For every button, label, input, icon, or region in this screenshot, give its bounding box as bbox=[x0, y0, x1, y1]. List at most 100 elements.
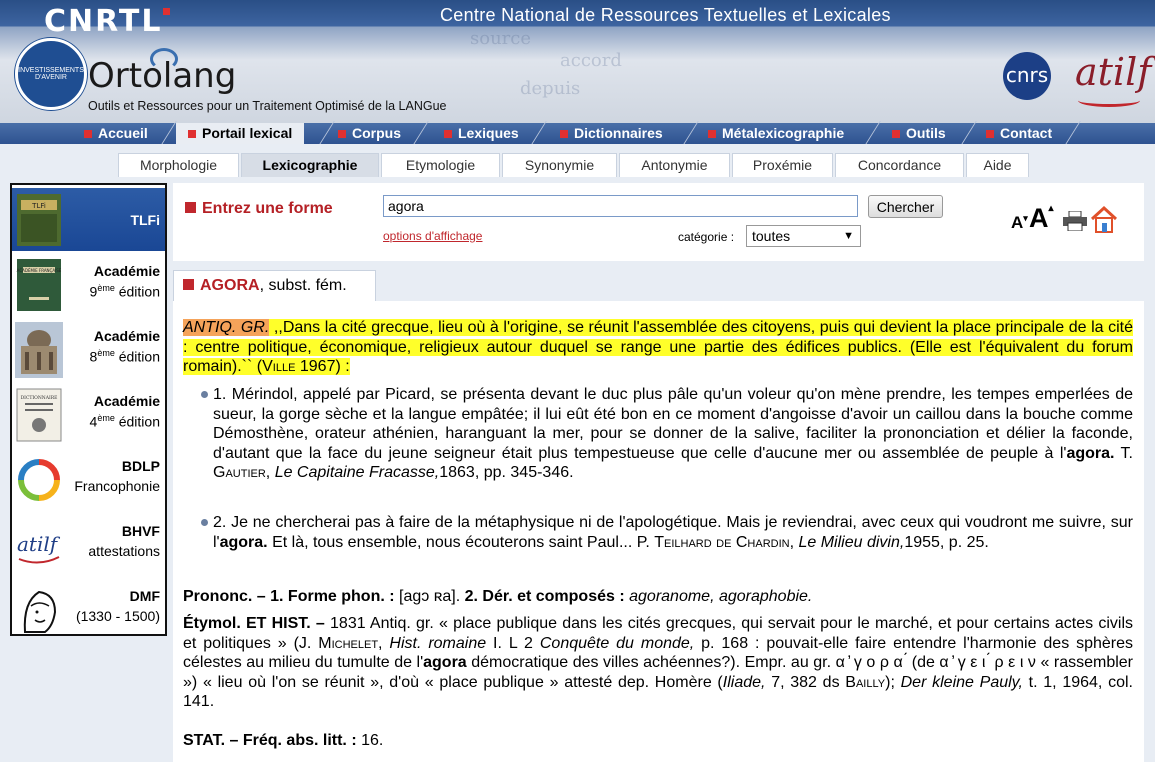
tab-etymologie[interactable]: Etymologie bbox=[381, 153, 500, 177]
derived-words: agoranome, agoraphobie. bbox=[624, 588, 813, 605]
etym-text: , bbox=[378, 634, 390, 652]
red-square-icon bbox=[338, 130, 346, 139]
example-text: 1. Mérindol, appelé par Picard, se prése… bbox=[213, 386, 1133, 462]
increase-font-label: A bbox=[1029, 203, 1049, 233]
decrease-font-button[interactable]: A▾ bbox=[1011, 213, 1028, 233]
cnrtl-logo[interactable]: CNRTL bbox=[44, 4, 171, 39]
bdlp-ring-icon bbox=[18, 459, 60, 501]
site-title: Centre National de Ressources Textuelles… bbox=[440, 5, 891, 25]
etym-work: Conquête du monde, bbox=[539, 634, 695, 652]
sidebar-item-bhvf[interactable]: atilf BHVF attestations bbox=[12, 513, 165, 576]
tab-morphologie[interactable]: Morphologie bbox=[118, 153, 239, 177]
atilf-small-text: atilf bbox=[17, 532, 61, 556]
nav-dictionnaires[interactable]: Dictionnaires bbox=[560, 123, 663, 144]
tab-proxemie[interactable]: Proxémie bbox=[732, 153, 833, 177]
nav-label: Outils bbox=[906, 125, 946, 141]
category-select[interactable]: toutes ▼ bbox=[746, 225, 861, 247]
nav-metalexicographie[interactable]: Métalexicographie bbox=[708, 123, 844, 144]
ortolang-logo[interactable]: Ortolang bbox=[88, 56, 236, 96]
sidebar-item-label: BDLP bbox=[121, 458, 160, 474]
sidebar-item-label: TLFi bbox=[130, 212, 160, 228]
article-tab[interactable]: AGORA, subst. fém. bbox=[173, 270, 376, 301]
tab-aide[interactable]: Aide bbox=[966, 153, 1029, 177]
academie-building-icon bbox=[15, 322, 63, 378]
phonetic-form: [agɔ ʀa]. bbox=[394, 588, 465, 605]
background-texture: source bbox=[470, 28, 532, 49]
nav-portail-lexical[interactable]: Portail lexical bbox=[176, 123, 305, 144]
example-ref: 1863, pp. 345-346. bbox=[439, 464, 574, 481]
etym-author: Michelet bbox=[318, 634, 379, 652]
red-square-icon bbox=[188, 130, 196, 139]
home-icon[interactable] bbox=[1089, 205, 1119, 233]
lexical-subtabs: Morphologie Lexicographie Etymologie Syn… bbox=[0, 144, 1155, 181]
nav-label: Métalexicographie bbox=[722, 125, 845, 141]
cnrtl-logo-text: CNRTL bbox=[44, 4, 163, 39]
search-input[interactable] bbox=[383, 195, 858, 217]
background-texture: accord bbox=[560, 50, 622, 71]
red-square-icon bbox=[560, 130, 568, 139]
tab-antonymie[interactable]: Antonymie bbox=[619, 153, 730, 177]
sidebar-item-sub: Francophonie bbox=[74, 478, 160, 494]
etym-work: Hist. romaine bbox=[389, 634, 487, 652]
definition-highlight: ANTIQ. GR. ,,Dans la cité grecque, lieu … bbox=[183, 319, 1133, 375]
sidebar-item-dmf[interactable]: DMF (1330 - 1500) bbox=[12, 578, 165, 641]
cnrs-logo[interactable]: cnrs bbox=[1003, 52, 1051, 100]
red-square-icon bbox=[444, 130, 452, 139]
print-icon[interactable] bbox=[1063, 211, 1087, 231]
nav-contact[interactable]: Contact bbox=[986, 123, 1052, 144]
arrow-down-icon: ▾ bbox=[1023, 213, 1028, 223]
search-label-text: Entrez une forme bbox=[202, 200, 333, 217]
example-author-initial: T. bbox=[1114, 444, 1133, 462]
domain-label: ANTIQ. GR. bbox=[183, 319, 270, 336]
sidebar-item-academie-9[interactable]: ACADÉMIE FRANÇAISE Académie 9ème édition bbox=[12, 253, 165, 316]
sidebar-item-sub: attestations bbox=[88, 543, 160, 559]
atilf-logo-small-icon: atilf bbox=[17, 532, 61, 564]
article-pos: , subst. fém. bbox=[259, 277, 347, 294]
nav-label: Corpus bbox=[352, 125, 401, 141]
sidebar-item-academie-8[interactable]: Académie 8ème édition bbox=[12, 318, 165, 381]
edition-word: édition bbox=[114, 283, 160, 300]
nav-corpus[interactable]: Corpus bbox=[338, 123, 401, 144]
sidebar-item-label: Académie bbox=[93, 263, 160, 279]
example-work: Le Milieu divin, bbox=[798, 533, 905, 551]
edition-sup: ème bbox=[97, 413, 115, 423]
etym-text: I. L 2 bbox=[486, 634, 540, 652]
bullet-icon bbox=[201, 519, 208, 526]
sidebar-item-bdlp[interactable]: BDLP Francophonie bbox=[12, 448, 165, 511]
etymology-label: Étymol. ET HIST. – bbox=[183, 615, 325, 632]
article-body: ANTIQ. GR. ,,Dans la cité grecque, lieu … bbox=[173, 301, 1144, 762]
search-label: Entrez une forme bbox=[185, 200, 333, 218]
display-options-link[interactable]: options d'affichage bbox=[383, 229, 482, 243]
nav-lexiques[interactable]: Lexiques bbox=[444, 123, 519, 144]
tab-concordance[interactable]: Concordance bbox=[835, 153, 964, 177]
nav-label: Portail lexical bbox=[202, 125, 293, 141]
sidebar-item-label: BHVF bbox=[121, 523, 160, 539]
example-keyword: agora. bbox=[1066, 444, 1115, 462]
tab-lexicographie[interactable]: Lexicographie bbox=[241, 153, 379, 177]
search-button[interactable]: Chercher bbox=[868, 195, 943, 218]
edition-word: édition bbox=[114, 348, 160, 365]
article-headword: AGORA bbox=[200, 277, 260, 294]
example-ref: 1955, p. 25. bbox=[904, 533, 989, 551]
red-square-icon bbox=[185, 202, 196, 213]
sidebar-item-tlfi[interactable]: TLFi TLFi bbox=[12, 188, 165, 251]
definition-end: 1967) : bbox=[295, 358, 350, 375]
example-author: Gautier bbox=[213, 464, 266, 481]
increase-font-button[interactable]: A▴ bbox=[1029, 203, 1054, 234]
nav-accueil[interactable]: Accueil bbox=[84, 123, 148, 144]
sidebar-item-label: Académie bbox=[93, 393, 160, 409]
atilf-swoosh-icon bbox=[1078, 94, 1140, 107]
nav-outils[interactable]: Outils bbox=[892, 123, 946, 144]
sidebar-item-academie-4[interactable]: DICTIONNAIRE Académie 4ème édition bbox=[12, 383, 165, 446]
edition-word: édition bbox=[114, 413, 160, 430]
sidebar-item-label: DMF bbox=[129, 588, 160, 604]
tlfi-cover-text: TLFi bbox=[31, 202, 46, 210]
example-work: Le Capitaine Fracasse, bbox=[274, 464, 440, 481]
example-keyword: agora. bbox=[219, 533, 268, 551]
chevron-down-icon: ▼ bbox=[843, 230, 854, 242]
etym-text: 7, 382 ds bbox=[765, 673, 846, 691]
atilf-logo[interactable]: atilf bbox=[1075, 50, 1151, 94]
tab-synonymie[interactable]: Synonymie bbox=[502, 153, 617, 177]
nav-separator bbox=[412, 123, 430, 144]
sidebar-item-sub: 9ème édition bbox=[90, 283, 160, 300]
